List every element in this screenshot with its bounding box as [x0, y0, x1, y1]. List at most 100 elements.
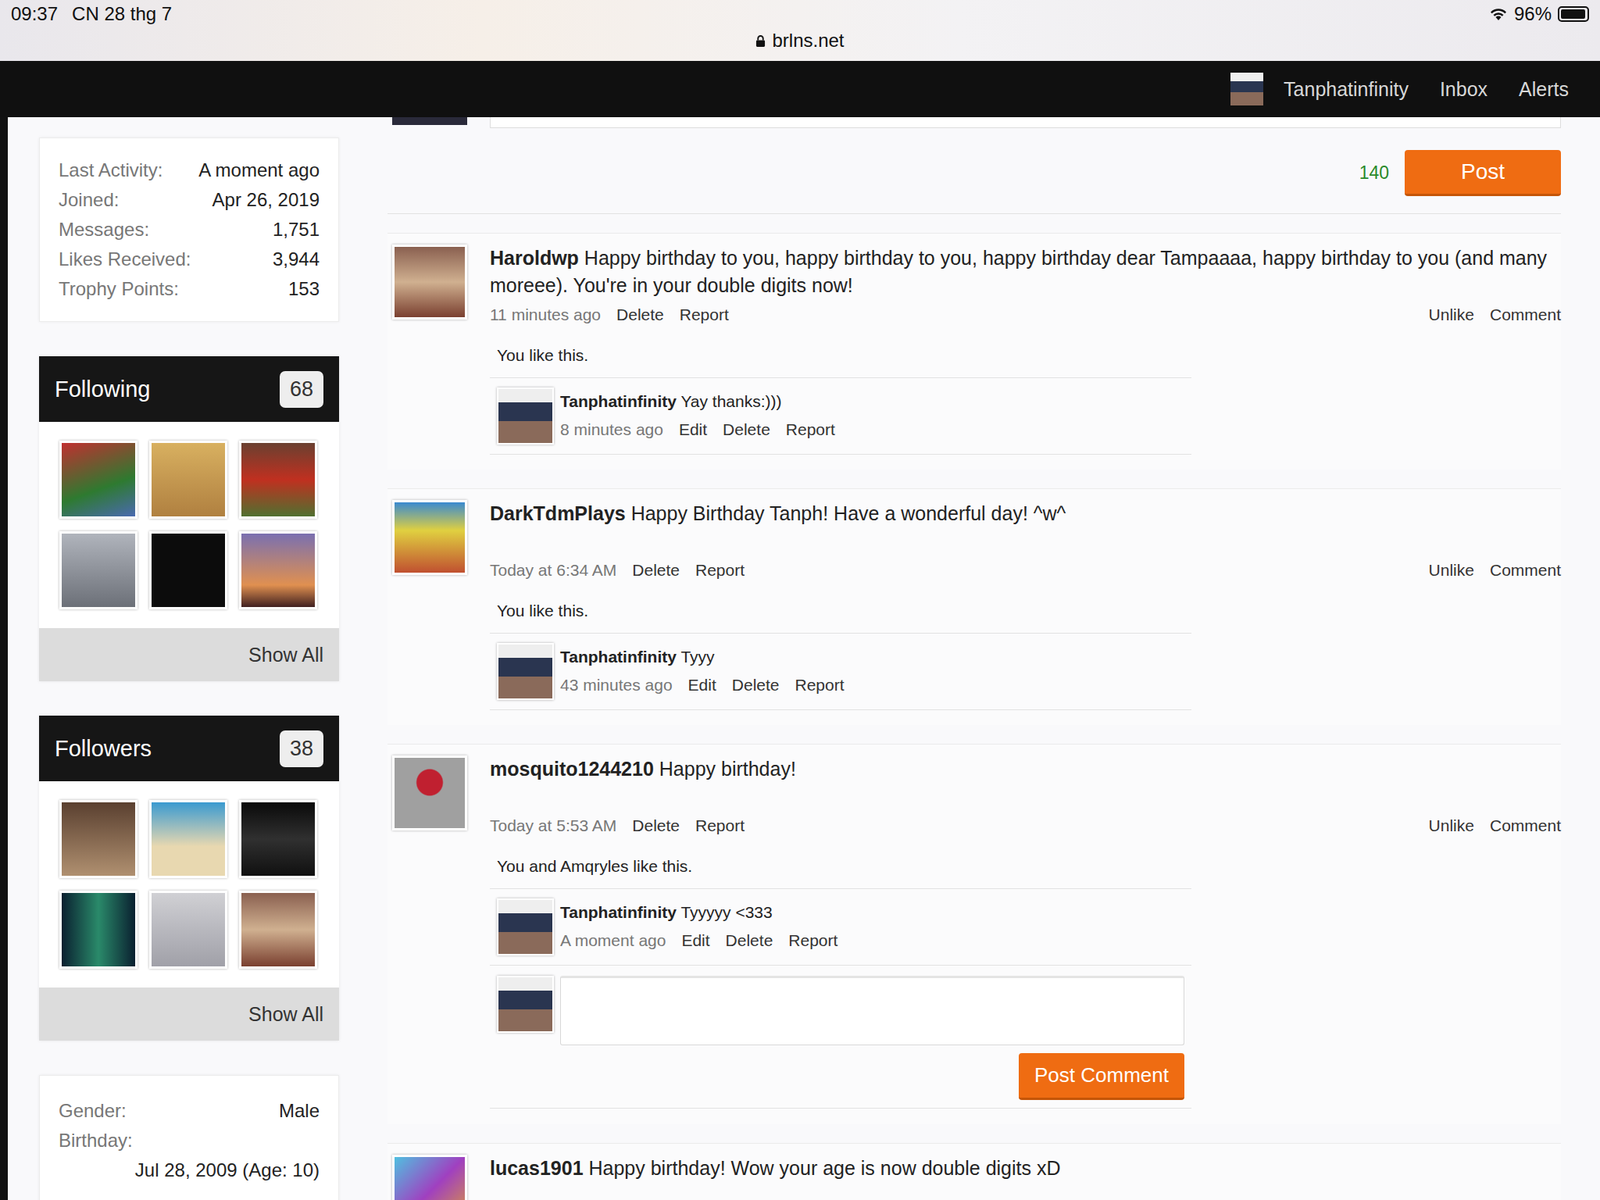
comment-action[interactable]: Delete: [732, 675, 780, 695]
show-all-button[interactable]: Show All: [39, 987, 340, 1041]
post-meta: 11 minutes agoDeleteReportUnlikeComment: [489, 305, 1561, 325]
post-action[interactable]: Comment: [1489, 560, 1561, 580]
comment-author[interactable]: Tanphatinfinity: [560, 392, 677, 411]
stat-row: Joined:Apr 26, 2019: [58, 185, 320, 215]
thumb-grid: [39, 781, 340, 988]
comment-author[interactable]: Tanphatinfinity: [560, 647, 677, 666]
comment-action[interactable]: Edit: [678, 420, 708, 440]
comment-list: You like this.Tanphatinfinity Yay thanks…: [489, 342, 1192, 455]
stats-card: Last Activity:A moment agoJoined:Apr 26,…: [39, 137, 340, 322]
status-bar: 09:37 CN 28 thg 7 96% brlns.net: [0, 0, 1600, 61]
post-comment-button[interactable]: Post Comment: [1018, 1053, 1185, 1100]
user-thumb[interactable]: [239, 800, 318, 879]
user-thumb[interactable]: [149, 531, 228, 610]
comment-input[interactable]: [560, 975, 1185, 1046]
comment-form: Post Comment: [489, 964, 1192, 1109]
nav-link[interactable]: Inbox: [1439, 78, 1488, 101]
post-action[interactable]: Unlike: [1428, 305, 1475, 325]
sidebar: Last Activity:A moment agoJoined:Apr 26,…: [39, 137, 340, 1200]
top-nav: Tanphatinfinity Inbox Alerts: [0, 60, 1600, 118]
comment: Tanphatinfinity Tyyy43 minutes agoEditDe…: [489, 632, 1192, 711]
post-bar: 140 Post: [387, 128, 1561, 215]
post-author[interactable]: mosquito1244210: [489, 757, 654, 780]
status-input[interactable]: [489, 117, 1561, 129]
char-counter: 140: [1359, 162, 1390, 184]
comment-action[interactable]: Delete: [722, 420, 771, 440]
user-thumb[interactable]: [239, 440, 318, 519]
count-badge: 68: [279, 371, 324, 408]
stat-row: Trophy Points:153: [58, 274, 320, 304]
user-thumb[interactable]: [149, 890, 228, 969]
post-action[interactable]: Report: [695, 816, 745, 836]
comment-action[interactable]: Report: [788, 931, 838, 950]
lock-icon: [755, 34, 766, 48]
profile-posts: 140 Post Haroldwp Happy birthday to you, h…: [387, 137, 1561, 1200]
address-bar[interactable]: brlns.net: [10, 29, 1590, 52]
comment-avatar[interactable]: [496, 387, 554, 445]
post-avatar[interactable]: [392, 755, 468, 831]
follow-box: Following68 Show All: [39, 356, 340, 682]
post-meta: Today at 5:53 AMDeleteReportUnlikeCommen…: [489, 816, 1561, 836]
post-author[interactable]: Haroldwp: [489, 246, 579, 269]
post-action[interactable]: Delete: [632, 560, 680, 580]
post-action[interactable]: Comment: [1489, 305, 1561, 325]
wifi-icon: [1489, 7, 1508, 22]
post-action[interactable]: Unlike: [1428, 560, 1475, 580]
comment-action[interactable]: Report: [785, 420, 836, 440]
post-action[interactable]: Comment: [1489, 816, 1561, 836]
post-button[interactable]: Post: [1404, 150, 1561, 197]
user-thumb[interactable]: [59, 800, 138, 879]
comment-action[interactable]: Report: [795, 675, 845, 695]
box-header: Following68: [39, 356, 340, 422]
post-action[interactable]: Delete: [616, 305, 665, 325]
count-badge: 38: [279, 730, 324, 768]
comment-list: You and Amqryles like this. Tanphatinfini…: [489, 853, 1192, 1109]
user-thumb[interactable]: [239, 531, 318, 610]
likes-summary: You and Amqryles like this.: [489, 853, 1192, 889]
likes-summary: You like this.: [489, 598, 1192, 633]
user-thumb[interactable]: [59, 531, 138, 610]
user-thumb[interactable]: [149, 440, 228, 519]
stat-row: Messages:1,751: [58, 214, 320, 245]
user-avatar[interactable]: [1230, 72, 1264, 106]
content: Last Activity:A moment agoJoined:Apr 26,…: [7, 117, 1600, 1200]
post-author[interactable]: lucas1901: [489, 1157, 584, 1179]
profile-post: DarkTdmPlays Happy Birthday Tanph! Have …: [387, 488, 1561, 725]
battery-text: 96%: [1514, 3, 1552, 25]
nav-link[interactable]: Alerts: [1518, 78, 1569, 101]
stat-row: Likes Received:3,944: [58, 244, 320, 275]
info-card: Gender:MaleBirthday:Jul 28, 2009 (Age: 1…: [39, 1075, 340, 1200]
info-row: Gender:Male: [58, 1096, 320, 1126]
profile-post: lucas1901 Happy birthday! Wow your age i…: [387, 1142, 1561, 1200]
post-message: lucas1901 Happy birthday! Wow your age i…: [489, 1154, 1561, 1200]
post-action[interactable]: Report: [695, 560, 745, 580]
clock: 09:37: [10, 3, 58, 25]
comment-action[interactable]: Delete: [725, 931, 774, 950]
comment: Tanphatinfinity Yay thanks:)))8 minutes …: [489, 377, 1192, 455]
user-thumb[interactable]: [59, 890, 138, 969]
post-action[interactable]: Delete: [632, 816, 680, 836]
nav-username[interactable]: Tanphatinfinity: [1283, 78, 1409, 101]
post-author[interactable]: DarkTdmPlays: [489, 502, 626, 525]
post-action[interactable]: Report: [679, 305, 729, 325]
show-all-button[interactable]: Show All: [39, 628, 340, 682]
user-thumb[interactable]: [59, 440, 138, 519]
post-message: Haroldwp Happy birthday to you, happy bi…: [489, 244, 1561, 300]
post-avatar[interactable]: [392, 244, 468, 320]
battery-icon: [1557, 6, 1590, 22]
post-avatar[interactable]: [392, 1154, 468, 1200]
comment-list: You like this.Tanphatinfinity Tyyy43 min…: [489, 598, 1192, 711]
comment-action[interactable]: Edit: [681, 931, 710, 950]
comment-action[interactable]: Edit: [688, 675, 717, 695]
info-row: Birthday:Jul 28, 2009 (Age: 10): [58, 1125, 320, 1186]
user-thumb[interactable]: [239, 890, 318, 969]
likes-summary: You like this.: [489, 342, 1192, 378]
comment-avatar[interactable]: [496, 642, 554, 700]
composer: [387, 117, 1561, 129]
post-avatar[interactable]: [392, 500, 468, 575]
post-action[interactable]: Unlike: [1428, 816, 1475, 836]
user-thumb[interactable]: [149, 800, 228, 879]
comment-author[interactable]: Tanphatinfinity: [560, 903, 677, 922]
comment-avatar[interactable]: [496, 898, 554, 956]
date: CN 28 thg 7: [71, 3, 172, 25]
